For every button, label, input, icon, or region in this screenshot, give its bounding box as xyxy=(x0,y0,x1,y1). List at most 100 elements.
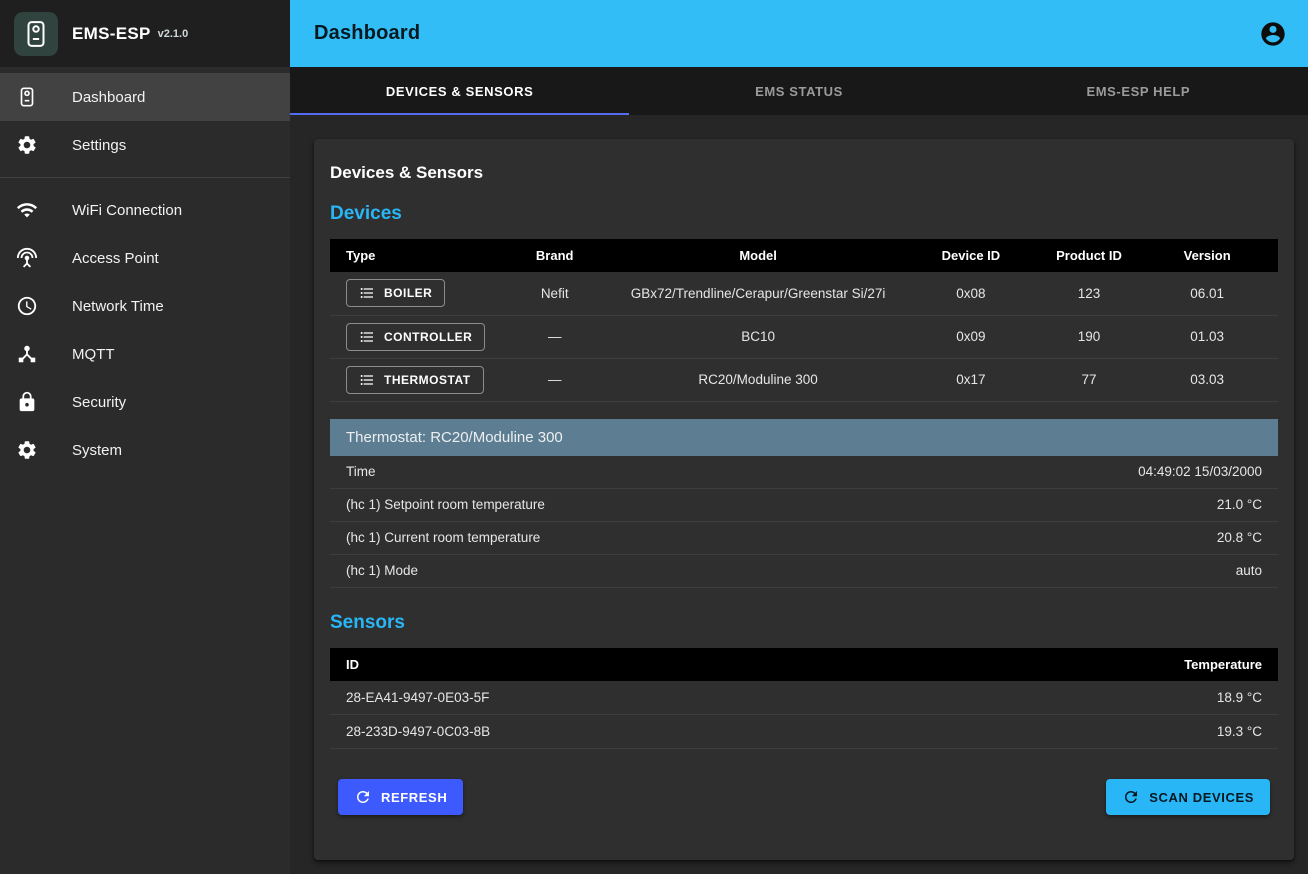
device-row: BOILER Nefit GBx72/Trendline/Cerapur/Gre… xyxy=(330,272,1278,315)
scan-devices-button[interactable]: SCAN DEVICES xyxy=(1106,779,1270,815)
device-model: GBx72/Trendline/Cerapur/Greenstar Si/27i xyxy=(616,272,900,315)
boiler-logo-icon xyxy=(21,19,51,49)
device-id: 0x17 xyxy=(900,358,1042,401)
sidebar-header: EMS-ESP v2.1.0 xyxy=(0,0,290,67)
row-value: 04:49:02 15/03/2000 xyxy=(1138,464,1262,479)
content-area: Devices & Sensors Devices Type Brand Mod… xyxy=(290,115,1308,874)
sidebar-divider xyxy=(0,177,290,178)
column-id: ID xyxy=(330,648,911,681)
row-value: auto xyxy=(1236,563,1262,578)
column-brand: Brand xyxy=(493,239,616,272)
device-type-label: THERMOSTAT xyxy=(384,373,471,387)
boiler-device-icon xyxy=(16,86,72,108)
column-model: Model xyxy=(616,239,900,272)
device-brand: — xyxy=(493,358,616,401)
sidebar-item-label: Network Time xyxy=(72,298,164,315)
device-id: 0x08 xyxy=(900,272,1042,315)
list-icon xyxy=(359,285,375,301)
sidebar-nav: Dashboard Settings WiFi Connection Acces… xyxy=(0,67,290,474)
device-product-id: 123 xyxy=(1042,272,1137,315)
tab-label: EMS-ESP HELP xyxy=(1086,84,1190,99)
sidebar-item-access-point[interactable]: Access Point xyxy=(0,234,290,282)
column-device-id: Device ID xyxy=(900,239,1042,272)
tab-ems-status[interactable]: EMS STATUS xyxy=(629,67,968,115)
refresh-icon xyxy=(354,788,372,806)
sidebar-item-label: WiFi Connection xyxy=(72,202,182,219)
thermostat-row: (hc 1) Mode auto xyxy=(330,555,1278,588)
lock-icon xyxy=(16,391,72,413)
sidebar-item-system[interactable]: System xyxy=(0,426,290,474)
sensors-heading: Sensors xyxy=(330,612,1278,634)
scan-devices-label: SCAN DEVICES xyxy=(1149,790,1254,805)
wifi-icon xyxy=(16,199,72,221)
account-circle-icon xyxy=(1259,20,1287,48)
device-model: RC20/Moduline 300 xyxy=(616,358,900,401)
action-bar: REFRESH SCAN DEVICES xyxy=(330,779,1278,815)
refresh-button[interactable]: REFRESH xyxy=(338,779,463,815)
sensor-row: 28-EA41-9497-0E03-5F 18.9 °C xyxy=(330,681,1278,715)
refresh-icon xyxy=(1122,788,1140,806)
sensor-temperature: 18.9 °C xyxy=(911,681,1278,715)
app-version: v2.1.0 xyxy=(158,28,189,40)
column-temperature: Temperature xyxy=(911,648,1278,681)
sidebar-item-network-time[interactable]: Network Time xyxy=(0,282,290,330)
device-version: 01.03 xyxy=(1136,315,1278,358)
device-row: THERMOSTAT — RC20/Moduline 300 0x17 77 0… xyxy=(330,358,1278,401)
sidebar-item-settings[interactable]: Settings xyxy=(0,121,290,169)
sensor-id: 28-EA41-9497-0E03-5F xyxy=(330,681,911,715)
column-version: Version xyxy=(1136,239,1278,272)
device-version: 03.03 xyxy=(1136,358,1278,401)
sidebar-item-security[interactable]: Security xyxy=(0,378,290,426)
device-hub-icon xyxy=(16,343,72,365)
thermostat-row: (hc 1) Setpoint room temperature 21.0 °C xyxy=(330,489,1278,522)
tab-label: EMS STATUS xyxy=(755,84,843,99)
card-title: Devices & Sensors xyxy=(330,163,1278,183)
tab-label: DEVICES & SENSORS xyxy=(386,84,533,99)
app-name: EMS-ESP xyxy=(72,24,151,44)
tab-bar: DEVICES & SENSORS EMS STATUS EMS-ESP HEL… xyxy=(290,67,1308,115)
list-icon xyxy=(359,329,375,345)
sidebar: EMS-ESP v2.1.0 Dashboard Settings WiFi C… xyxy=(0,0,290,874)
thermostat-row: (hc 1) Current room temperature 20.8 °C xyxy=(330,522,1278,555)
sidebar-item-label: System xyxy=(72,442,122,459)
devices-sensors-card: Devices & Sensors Devices Type Brand Mod… xyxy=(314,139,1294,860)
row-label: (hc 1) Current room temperature xyxy=(346,530,540,545)
device-thermostat-button[interactable]: THERMOSTAT xyxy=(346,366,484,394)
device-product-id: 77 xyxy=(1042,358,1137,401)
device-model: BC10 xyxy=(616,315,900,358)
device-type-label: BOILER xyxy=(384,286,432,300)
device-type-label: CONTROLLER xyxy=(384,330,472,344)
main-column: Dashboard DEVICES & SENSORS EMS STATUS E… xyxy=(290,0,1308,874)
row-label: Time xyxy=(346,464,376,479)
row-value: 20.8 °C xyxy=(1217,530,1262,545)
sensor-row: 28-233D-9497-0C03-8B 19.3 °C xyxy=(330,715,1278,749)
gear-icon xyxy=(16,439,72,461)
sidebar-item-wifi[interactable]: WiFi Connection xyxy=(0,186,290,234)
antenna-icon xyxy=(16,247,72,269)
devices-heading: Devices xyxy=(330,203,1278,225)
tab-ems-esp-help[interactable]: EMS-ESP HELP xyxy=(969,67,1308,115)
page-title: Dashboard xyxy=(314,22,420,45)
app-logo xyxy=(14,12,58,56)
sidebar-item-mqtt[interactable]: MQTT xyxy=(0,330,290,378)
sidebar-item-dashboard[interactable]: Dashboard xyxy=(0,73,290,121)
account-button[interactable] xyxy=(1252,13,1294,55)
sensor-id: 28-233D-9497-0C03-8B xyxy=(330,715,911,749)
devices-table: Type Brand Model Device ID Product ID Ve… xyxy=(330,239,1278,402)
tab-devices-sensors[interactable]: DEVICES & SENSORS xyxy=(290,67,629,115)
device-row: CONTROLLER — BC10 0x09 190 01.03 xyxy=(330,315,1278,358)
row-label: (hc 1) Mode xyxy=(346,563,418,578)
devices-table-header: Type Brand Model Device ID Product ID Ve… xyxy=(330,239,1278,272)
clock-icon xyxy=(16,295,72,317)
sidebar-item-label: Dashboard xyxy=(72,89,145,106)
list-icon xyxy=(359,372,375,388)
sidebar-item-label: Settings xyxy=(72,137,126,154)
device-boiler-button[interactable]: BOILER xyxy=(346,279,445,307)
sidebar-item-label: Security xyxy=(72,394,126,411)
thermostat-row: Time 04:49:02 15/03/2000 xyxy=(330,456,1278,489)
device-controller-button[interactable]: CONTROLLER xyxy=(346,323,485,351)
thermostat-panel-header: Thermostat: RC20/Moduline 300 xyxy=(330,419,1278,456)
gear-icon xyxy=(16,134,72,156)
row-value: 21.0 °C xyxy=(1217,497,1262,512)
thermostat-panel: Time 04:49:02 15/03/2000 (hc 1) Setpoint… xyxy=(330,456,1278,588)
